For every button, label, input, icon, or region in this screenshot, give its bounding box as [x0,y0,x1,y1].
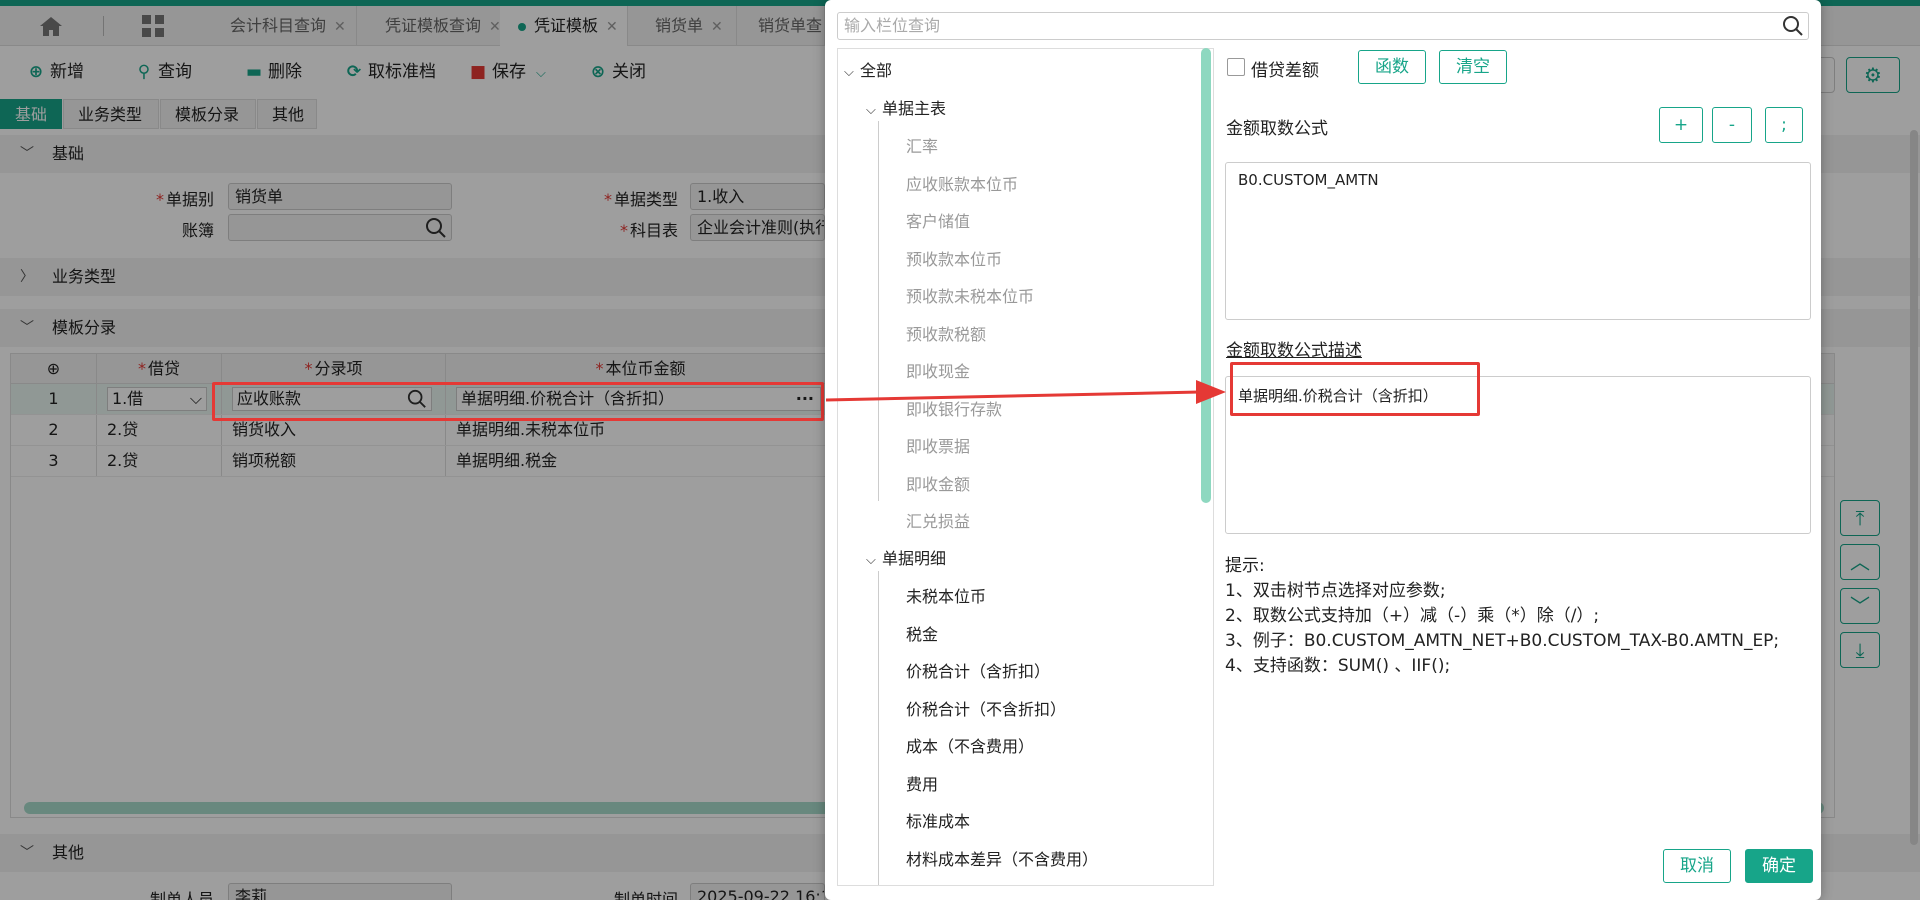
tree-node-group-detail[interactable]: ⌵ 单据明细 [866,545,946,569]
tips-line-3: 3、例子：B0.CUSTOM_AMTN_NET+B0.CUSTOM_TAX-B0… [1225,631,1780,651]
chevron-down-icon[interactable]: ⌵ [866,553,882,568]
tree-leaf[interactable]: 即收现金 [906,358,970,382]
tree-node-group-main[interactable]: ⌵ 单据主表 [866,95,946,119]
chevron-down-icon[interactable]: ⌵ [844,65,860,80]
plus-button[interactable]: + [1659,107,1703,143]
source-highlight-box [212,382,824,421]
tree-guide-line [878,571,879,885]
field-tree: ⌵ 全部 ⌵ 单据主表 汇率应收账款本位币 客户储值预收款本位币预收款未税本位币 预收款… [837,48,1214,886]
diff-checkbox[interactable] [1227,58,1245,76]
tree-leaf[interactable]: 预收款未税本位币 [906,283,1034,307]
tree-leaf[interactable]: 即收银行存款 [906,396,1002,420]
formula-label: 金额取数公式 [1226,119,1328,139]
formula-pane: 借贷差额 函数 清空 金额取数公式 + - ; B0.CUSTOM_AMTN 金… [1225,48,1815,888]
desc-label: 金额取数公式描述 [1226,341,1362,361]
tree-leaf[interactable]: 预收款本位币 [906,246,1002,270]
tips-line-2: 2、取数公式支持加（+）减（-）乘（*）除（/）; [1225,606,1600,626]
tree-guide-line [878,121,879,501]
tree-leaf[interactable]: 未税本位币 [906,583,986,607]
tree-leaf[interactable]: 即收票据 [906,433,970,457]
tree-leaf[interactable]: 单位标准成本 [906,883,1002,885]
tips-line-4: 4、支持函数：SUM() 、IIF(); [1225,656,1451,676]
tree-leaf[interactable]: 汇率 [906,133,938,157]
tree-leaf[interactable]: 标准成本 [906,808,970,832]
formula-dialog: 输入栏位查询 ⌵ 全部 ⌵ 单据主表 汇率应收账款本位币 客户储值预收款本位币预收款未… [825,0,1821,900]
search-placeholder: 输入栏位查询 [844,16,941,35]
tree-leaf[interactable]: 价税合计（含折扣） [906,658,1050,682]
target-highlight-box [1230,362,1480,416]
function-button[interactable]: 函数 [1358,50,1426,84]
tree-node-root[interactable]: ⌵ 全部 [844,57,892,81]
diff-checkbox-label: 借贷差额 [1251,61,1319,81]
cancel-button[interactable]: 取消 [1663,849,1731,883]
formula-textarea[interactable]: B0.CUSTOM_AMTN [1225,162,1811,320]
search-icon[interactable] [1782,15,1804,37]
tree-leaf[interactable]: 成本（不含费用） [906,733,1034,757]
tree-leaf[interactable]: 材料成本差异（不含费用） [906,846,1098,870]
field-search-input[interactable]: 输入栏位查询 [837,12,1809,40]
tips-line-1: 1、双击树节点选择对应参数; [1225,581,1446,601]
tree-leaf[interactable]: 预收款税额 [906,321,986,345]
tree-leaf[interactable]: 客户储值 [906,208,970,232]
tree-leaf[interactable]: 税金 [906,621,938,645]
tree-leaf[interactable]: 应收账款本位币 [906,171,1018,195]
tree-leaf[interactable]: 价税合计（不含折扣） [906,696,1066,720]
chevron-down-icon[interactable]: ⌵ [866,103,882,118]
clear-button[interactable]: 清空 [1439,50,1507,84]
tree-scrollbar[interactable] [1201,48,1211,503]
tree-leaf[interactable]: 即收金额 [906,471,970,495]
semicolon-button[interactable]: ; [1765,107,1803,143]
tree-leaf[interactable]: 汇兑损益 [906,508,970,532]
tips-line-0: 提示: [1225,556,1265,576]
ok-button[interactable]: 确定 [1745,849,1813,883]
minus-button[interactable]: - [1712,107,1752,143]
tree-leaf[interactable]: 费用 [906,771,938,795]
